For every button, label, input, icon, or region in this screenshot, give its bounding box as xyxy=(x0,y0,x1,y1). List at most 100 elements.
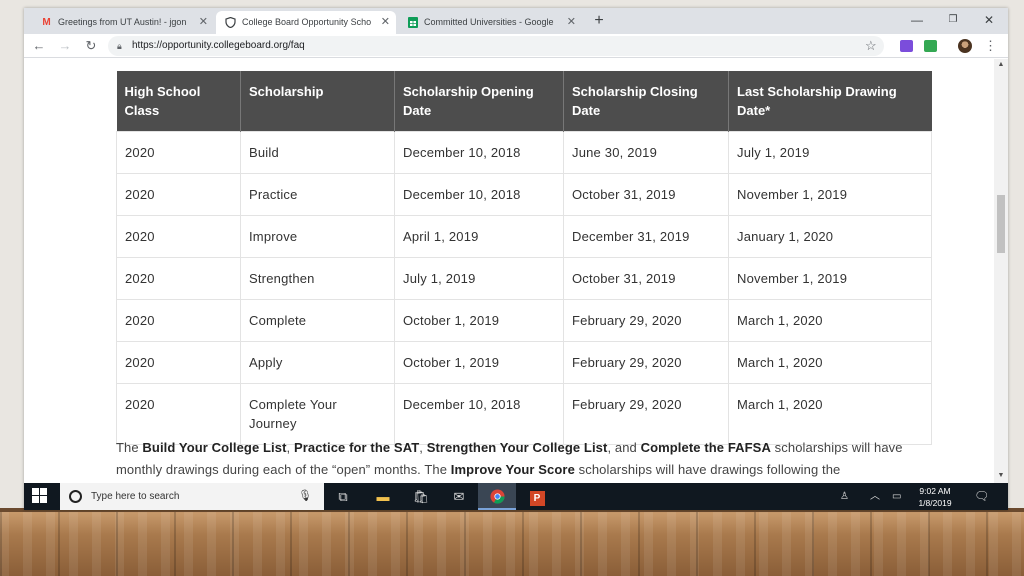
scholarship-table: High School Class Scholarship Scholarshi… xyxy=(116,71,932,445)
table-cell: April 1, 2019 xyxy=(394,214,564,258)
close-icon[interactable]: ✕ xyxy=(567,11,576,34)
table-cell: March 1, 2020 xyxy=(728,298,932,342)
table-cell: October 31, 2019 xyxy=(563,256,729,300)
wood-floor-background xyxy=(0,512,1024,576)
paragraph-bold: Complete the FAFSA xyxy=(640,440,771,455)
paragraph-bold: Practice for the SAT xyxy=(293,440,420,455)
hidden-icons-chevron-icon[interactable]: ︿ xyxy=(870,483,880,510)
paragraph-bold: Build Your College List xyxy=(142,440,287,455)
clock-date: 1/8/2019 xyxy=(918,498,952,508)
column-header: High School Class xyxy=(116,71,241,131)
tab-college-board[interactable]: College Board Opportunity Scho ✕ xyxy=(216,11,396,34)
page-scrollbar[interactable]: ▲ ▼ xyxy=(994,59,1008,483)
paragraph-text: , xyxy=(286,440,294,455)
extension-green-icon[interactable] xyxy=(924,40,937,52)
table-cell: December 10, 2018 xyxy=(394,382,564,445)
table-cell: November 1, 2019 xyxy=(728,172,932,216)
restore-button[interactable]: ❐ xyxy=(936,11,970,29)
table-cell: July 1, 2019 xyxy=(728,130,932,174)
back-arrow-icon[interactable]: ← xyxy=(30,37,48,55)
store-icon[interactable]: 🛍︎ xyxy=(402,483,440,510)
drawing-info-paragraph: The Build Your College List, Practice fo… xyxy=(116,437,936,481)
windows-taskbar: Type here to search 🎙︎ ⧉ ▬ 🛍︎ ✉ P ♙ ︿ ▭ … xyxy=(24,483,1008,510)
windows-start-icon[interactable] xyxy=(32,488,48,504)
tab-title: College Board Opportunity Scho xyxy=(242,17,372,27)
table-cell: October 1, 2019 xyxy=(394,340,564,384)
tab-gmail[interactable]: M Greetings from UT Austin! - jgon ✕ xyxy=(32,11,214,34)
table-cell: December 10, 2018 xyxy=(394,172,564,216)
browser-window: M Greetings from UT Austin! - jgon ✕ Col… xyxy=(24,8,1008,510)
file-explorer-icon[interactable]: ▬ xyxy=(364,483,402,510)
paragraph-text: scholarships will have drawings followin… xyxy=(574,462,841,477)
address-bar-row: ← → ↻ 🔒︎ https://opportunity.collegeboar… xyxy=(24,34,1008,58)
mail-icon[interactable]: ✉ xyxy=(440,483,478,510)
table-cell: 2020 xyxy=(116,340,241,384)
shield-favicon-icon xyxy=(225,16,236,29)
bookmark-star-icon[interactable]: ☆ xyxy=(865,37,877,55)
table-row: 2020 Apply October 1, 2019 February 29, … xyxy=(116,340,932,384)
table-cell: February 29, 2020 xyxy=(563,382,729,445)
chrome-icon[interactable] xyxy=(478,483,516,510)
battery-icon[interactable]: ▭ xyxy=(892,483,901,510)
tab-title: Greetings from UT Austin! - jgon xyxy=(58,17,187,27)
sheets-icon xyxy=(407,17,418,28)
taskbar-clock[interactable]: 9:02 AM 1/8/2019 xyxy=(910,485,960,509)
people-icon[interactable]: ♙ xyxy=(840,483,849,510)
url-input[interactable]: 🔒︎ https://opportunity.collegeboard.org/… xyxy=(108,36,884,56)
taskbar-search-input[interactable]: Type here to search 🎙︎ xyxy=(60,483,324,510)
table-row: 2020 Build December 10, 2018 June 30, 20… xyxy=(116,130,932,174)
table-cell: December 31, 2019 xyxy=(563,214,729,258)
table-cell: March 1, 2020 xyxy=(728,340,932,384)
new-tab-button[interactable]: + xyxy=(590,12,608,30)
paragraph-bold: Strengthen Your College List xyxy=(426,440,608,455)
table-cell: 2020 xyxy=(116,298,241,342)
lock-icon: 🔒︎ xyxy=(117,41,122,51)
table-cell: Build xyxy=(240,130,395,174)
table-cell: January 1, 2020 xyxy=(728,214,932,258)
table-row: 2020 Complete Your Journey December 10, … xyxy=(116,382,932,445)
table-cell: 2020 xyxy=(116,256,241,300)
forward-arrow-icon[interactable]: → xyxy=(56,37,74,55)
table-cell: October 31, 2019 xyxy=(563,172,729,216)
profile-avatar[interactable] xyxy=(958,39,972,53)
paragraph-text: , xyxy=(419,440,427,455)
table-cell: Complete xyxy=(240,298,395,342)
column-header: Scholarship xyxy=(240,71,395,131)
table-row: 2020 Strengthen July 1, 2019 October 31,… xyxy=(116,256,932,300)
reload-icon[interactable]: ↻ xyxy=(82,37,100,55)
url-text: https://opportunity.collegeboard.org/faq xyxy=(132,40,305,51)
action-center-icon[interactable]: 🗨︎ xyxy=(974,483,989,510)
table-cell: Complete Your Journey xyxy=(240,382,395,445)
close-icon[interactable]: ✕ xyxy=(199,11,208,34)
paragraph-text: The xyxy=(116,440,143,455)
search-placeholder: Type here to search xyxy=(91,491,180,502)
minimize-button[interactable]: — xyxy=(900,11,934,29)
gmail-icon: M xyxy=(42,17,51,28)
table-cell: February 29, 2020 xyxy=(563,298,729,342)
table-cell: December 10, 2018 xyxy=(394,130,564,174)
close-icon[interactable]: ✕ xyxy=(381,11,390,34)
table-row: 2020 Practice December 10, 2018 October … xyxy=(116,172,932,216)
table-cell: 2020 xyxy=(116,172,241,216)
table-cell: Apply xyxy=(240,340,395,384)
microphone-icon[interactable]: 🎙︎ xyxy=(298,483,312,510)
table-row: 2020 Complete October 1, 2019 February 2… xyxy=(116,298,932,342)
column-header: Last Scholarship Drawing Date* xyxy=(728,71,932,131)
close-window-button[interactable]: ✕ xyxy=(972,11,1006,29)
extension-purple-icon[interactable] xyxy=(900,40,913,52)
browser-menu-icon[interactable]: ⋮ xyxy=(984,37,997,55)
tab-google-sheets[interactable]: Committed Universities - Google ✕ xyxy=(398,11,582,34)
tab-title: Committed Universities - Google xyxy=(424,17,554,27)
table-cell: October 1, 2019 xyxy=(394,298,564,342)
table-cell: 2020 xyxy=(116,214,241,258)
powerpoint-icon[interactable]: P xyxy=(518,483,556,510)
scrollbar-thumb[interactable] xyxy=(997,195,1005,253)
table-cell: November 1, 2019 xyxy=(728,256,932,300)
scroll-up-arrow-icon[interactable]: ▲ xyxy=(994,61,1008,68)
scroll-down-arrow-icon[interactable]: ▼ xyxy=(994,472,1008,479)
table-cell: February 29, 2020 xyxy=(563,340,729,384)
page-content: High School Class Scholarship Scholarshi… xyxy=(24,59,994,483)
task-view-icon[interactable]: ⧉ xyxy=(324,483,362,510)
column-header: Scholarship Opening Date xyxy=(394,71,564,131)
cortana-icon xyxy=(69,490,82,503)
